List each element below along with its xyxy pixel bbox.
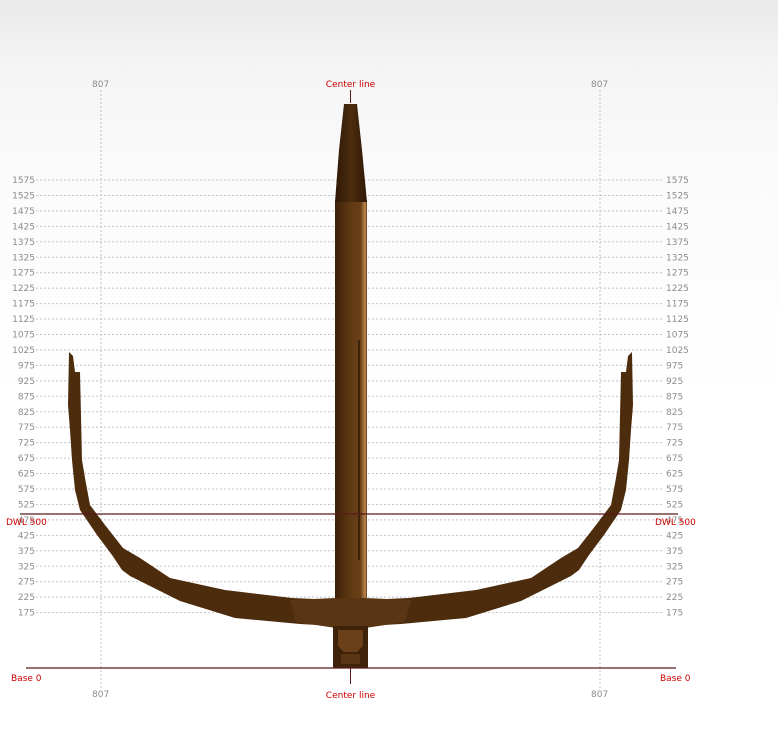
waterline-labels-right: 1575 1525 1475 1425 1375 1325 1275 1225 1175 1125… — [666, 176, 689, 619]
waterline-label: 375 — [666, 547, 683, 557]
waterline-label: 1425 — [12, 222, 35, 232]
waterline-label: 525 — [18, 500, 35, 510]
waterline-label: 925 — [666, 377, 683, 387]
hull-keel — [290, 598, 411, 628]
waterline-label: 225 — [18, 593, 35, 603]
waterline-label: 825 — [18, 408, 35, 418]
waterline-label: 1375 — [666, 238, 689, 248]
station-label-bottom-left: 807 — [92, 690, 109, 700]
station-label-top-left: 807 — [92, 80, 109, 90]
dwl-label-right: DWL 500 — [655, 518, 696, 528]
stem-post — [335, 200, 367, 598]
waterline-label: 875 — [666, 392, 683, 402]
waterline-label: 375 — [18, 547, 35, 557]
waterline-label: 1075 — [666, 331, 689, 341]
center-line-label-bottom: Center line — [326, 691, 376, 701]
waterline-label: 325 — [18, 562, 35, 572]
station-label-top-right: 807 — [591, 80, 608, 90]
base-label-left: Base 0 — [11, 674, 42, 684]
waterline-label: 675 — [18, 454, 35, 464]
waterline-label: 1525 — [666, 191, 689, 201]
waterline-label: 1475 — [12, 207, 35, 217]
waterline-label: 1025 — [666, 346, 689, 356]
waterline-label: 1325 — [12, 253, 35, 263]
base-label-right: Base 0 — [660, 674, 691, 684]
dwl-label-left: DWL 500 — [6, 518, 47, 528]
waterline-label: 725 — [666, 439, 683, 449]
waterline-label: 575 — [18, 485, 35, 495]
waterline-label: 575 — [666, 485, 683, 495]
keel-shoe-detail — [338, 630, 363, 652]
waterline-label: 1575 — [666, 176, 689, 186]
waterline-label: 925 — [18, 377, 35, 387]
waterline-label: 625 — [18, 470, 35, 480]
waterline-label: 175 — [666, 609, 683, 619]
waterline-label: 825 — [666, 408, 683, 418]
waterline-labels-left: 1575 1525 1475 1425 1375 1325 1275 1225 1175 1125… — [12, 176, 35, 619]
waterline-label: 1425 — [666, 222, 689, 232]
waterline-label: 525 — [666, 500, 683, 510]
waterline-label: 275 — [18, 578, 35, 588]
waterline-label: 1175 — [12, 300, 35, 310]
waterline-label: 425 — [666, 531, 683, 541]
waterline-label: 325 — [666, 562, 683, 572]
waterline-label: 1225 — [666, 284, 689, 294]
waterline-label: 1075 — [12, 331, 35, 341]
waterline-label: 1025 — [12, 346, 35, 356]
waterline-label: 175 — [18, 609, 35, 619]
waterline-label: 1375 — [12, 238, 35, 248]
waterline-label: 1225 — [12, 284, 35, 294]
waterline-label: 675 — [666, 454, 683, 464]
waterline-label: 275 — [666, 578, 683, 588]
body-plan-drawing: 1575 1525 1475 1425 1375 1325 1275 1225 1175 1125… — [6, 80, 696, 701]
waterline-label: 1525 — [12, 191, 35, 201]
waterline-label: 775 — [18, 423, 35, 433]
waterline-label: 1275 — [12, 269, 35, 279]
waterline-label: 425 — [18, 531, 35, 541]
waterline-label: 725 — [18, 439, 35, 449]
waterline-label: 1575 — [12, 176, 35, 186]
station-label-bottom-right: 807 — [591, 690, 608, 700]
waterline-label: 1175 — [666, 300, 689, 310]
waterline-label: 775 — [666, 423, 683, 433]
waterline-label: 1275 — [666, 269, 689, 279]
waterline-label: 1475 — [666, 207, 689, 217]
waterline-label: 875 — [18, 392, 35, 402]
center-line-label-top: Center line — [326, 80, 376, 90]
body-plan-viewport: 1575 1525 1475 1425 1375 1325 1275 1225 1175 1125… — [0, 0, 778, 743]
waterline-label: 625 — [666, 470, 683, 480]
waterline-label: 225 — [666, 593, 683, 603]
stem-tip — [335, 104, 367, 202]
waterline-label: 1125 — [666, 315, 689, 325]
waterline-label: 1325 — [666, 253, 689, 263]
keel-shoe-detail-2 — [341, 654, 360, 664]
waterline-label: 975 — [666, 361, 683, 371]
hull-stem — [335, 104, 367, 598]
waterline-label: 1125 — [12, 315, 35, 325]
waterline-label: 975 — [18, 361, 35, 371]
